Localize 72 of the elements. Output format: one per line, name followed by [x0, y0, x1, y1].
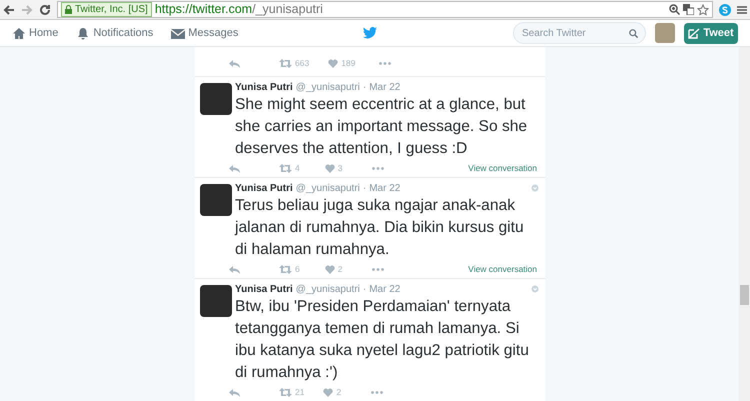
view-conversation-link[interactable]: View conversation: [468, 263, 537, 276]
home-icon: [12, 26, 26, 40]
bird-logo-icon[interactable]: [363, 27, 377, 39]
retweet-icon[interactable]: [279, 59, 292, 68]
like-count: 2: [338, 263, 342, 276]
star-icon[interactable]: [697, 4, 709, 16]
reply-icon[interactable]: [229, 266, 240, 274]
url-text: https://twitter.com/_yunisaputri: [154, 1, 323, 18]
back-icon[interactable]: [3, 4, 15, 14]
author-handle[interactable]: @_yunisaputri: [296, 80, 360, 94]
tweet-text: Terus beliau juga suka ngajar anak-anak jalanan di rumahnya. Dia bikin kursus gitu di halaman rumahnya.: [235, 196, 525, 260]
separator-dot: ·: [362, 80, 366, 94]
author-name[interactable]: Yunisa Putri: [235, 282, 293, 296]
nav-link[interactable]: Notifications: [76, 24, 154, 42]
menu-icon[interactable]: [737, 4, 747, 14]
retweet-count: 4: [295, 162, 300, 175]
tweet-text: She might seem eccentric at a glance, but she carries an important message. So she deserves the attention, I guess :D: [235, 95, 528, 159]
reply-icon[interactable]: [229, 388, 240, 396]
avatar-placeholder[interactable]: [200, 285, 232, 317]
heart-icon[interactable]: [323, 388, 334, 397]
envelope-icon: [171, 26, 186, 40]
lock-icon: [65, 5, 72, 14]
separator-dot: ·: [362, 282, 366, 296]
retweet-count: 663: [295, 57, 310, 70]
author-name[interactable]: Yunisa Putri: [235, 80, 293, 94]
more-icon[interactable]: [371, 391, 384, 394]
like-count: 3: [338, 162, 342, 175]
author-handle[interactable]: @_yunisaputri: [296, 282, 360, 296]
search-field[interactable]: Search Twitter: [513, 22, 646, 44]
scrollbar[interactable]: [739, 47, 750, 401]
retweet-icon[interactable]: [279, 164, 292, 173]
caret-icon[interactable]: [531, 184, 539, 192]
address-bar[interactable]: Twitter, Inc. [US] https://twitter.com/_yunisaputri: [57, 1, 713, 18]
search-icon[interactable]: [629, 29, 638, 38]
more-icon[interactable]: [372, 167, 384, 170]
reload-icon[interactable]: [39, 4, 51, 16]
skype-icon[interactable]: [719, 4, 731, 16]
avatar-placeholder[interactable]: [200, 184, 232, 216]
separator-dot: ·: [362, 182, 366, 196]
reply-icon[interactable]: [229, 60, 240, 68]
tweet-button[interactable]: Tweet: [684, 22, 738, 44]
retweet-icon[interactable]: [279, 388, 292, 397]
more-icon[interactable]: [372, 268, 384, 271]
author-handle[interactable]: @_yunisaputri: [296, 180, 360, 196]
heart-icon[interactable]: [324, 265, 335, 274]
tweet-date[interactable]: Mar 22: [369, 80, 400, 94]
forward-icon[interactable]: [21, 4, 33, 14]
more-icon[interactable]: [379, 62, 392, 65]
like-count: 189: [341, 57, 356, 70]
tweet-date[interactable]: Mar 22: [369, 180, 400, 196]
nav-link[interactable]: Messages: [171, 24, 238, 42]
scrollbar-thumb[interactable]: [740, 285, 749, 305]
avatar-placeholder[interactable]: [200, 83, 232, 115]
view-conversation-link[interactable]: View conversation: [468, 162, 537, 175]
heart-icon[interactable]: [328, 59, 338, 68]
tweet-date[interactable]: Mar 22: [369, 282, 400, 296]
quill-icon: [688, 28, 700, 38]
bell-icon: [76, 26, 90, 40]
reply-icon[interactable]: [229, 164, 240, 172]
tweet-text: Btw, ibu 'Presiden Perdamaian' ternyata tetangganya temen di rumah lamanya. Si ibu katanya suka nyetel lagu2 patriotik gitu di rumahnya :'): [235, 297, 530, 383]
author-name[interactable]: Yunisa Putri: [235, 180, 293, 196]
retweet-count: 21: [295, 386, 304, 399]
zoom-icon[interactable]: [669, 4, 680, 15]
translate-icon[interactable]: [683, 4, 694, 15]
retweet-count: 6: [295, 263, 300, 276]
retweet-icon[interactable]: [279, 265, 292, 274]
caret-icon[interactable]: [531, 285, 539, 293]
avatar-thumbnail[interactable]: [655, 23, 675, 43]
like-count: 2: [336, 386, 342, 399]
heart-icon[interactable]: [324, 164, 335, 173]
security-badge: Twitter, Inc. [US]: [61, 2, 152, 17]
nav-link[interactable]: Home: [12, 24, 58, 42]
